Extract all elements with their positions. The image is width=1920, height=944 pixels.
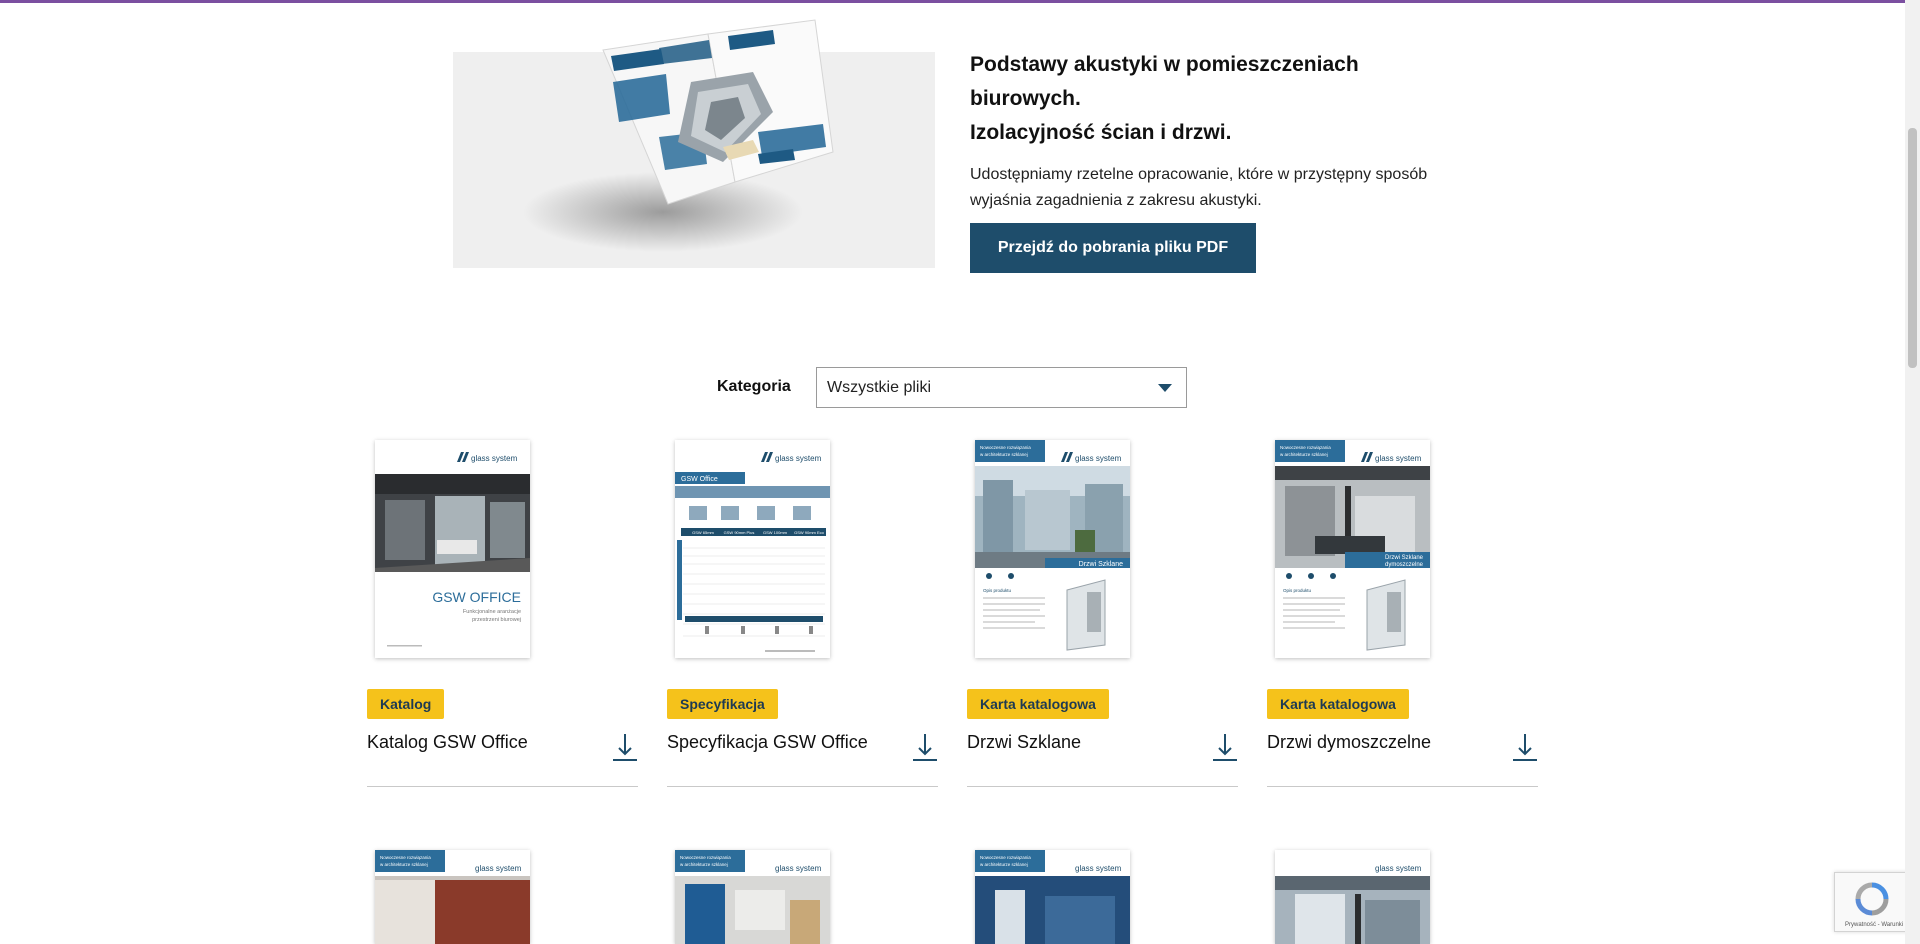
thumb-tagline-2: w architekturze szklanej [380, 862, 428, 867]
scrollbar-thumb[interactable] [1908, 128, 1917, 368]
file-title[interactable]: Drzwi Szklane [967, 732, 1081, 753]
thumb-col-3: GSW 100mm [763, 530, 788, 535]
promo-description: Udostępniamy rzetelne opracowanie, które… [970, 162, 1430, 214]
download-icon[interactable] [612, 732, 638, 762]
promo-title: Podstawy akustyki w pomieszczeniach biur… [970, 48, 1430, 150]
file-thumbnail[interactable]: Nowoczesne rozwiązania w architekturze s… [675, 850, 830, 944]
category-badge: Karta katalogowa [1267, 689, 1409, 719]
top-accent-bar [0, 0, 1920, 3]
promo-title-line-2: Izolacyjność ścian i drzwi. [970, 121, 1232, 144]
thumb-tagline-2: w architekturze szklanej [680, 862, 728, 867]
thumb-brand-text: glass system [775, 864, 822, 873]
file-thumbnail[interactable]: glass system GSW Office GSW 65mm GSW 90m… [675, 440, 830, 658]
promo-desc-line-1: Udostępniamy rzetelne opracowanie, które… [970, 166, 1428, 183]
file-thumbnail[interactable]: glass system GSW OFFICE Funkcjonalne ara… [375, 440, 530, 658]
category-badge: Specyfikacja [667, 689, 778, 719]
file-title[interactable]: Katalog GSW Office [367, 732, 528, 753]
recaptcha-badge[interactable]: Prywatność - Warunki [1834, 872, 1908, 932]
card-divider [367, 786, 638, 787]
thumb-subtitle-1: Funkcjonalne aranżacje [463, 609, 521, 615]
thumb-brand-text: glass system [775, 454, 822, 463]
thumb-product-name: Drzwi Szklane [1079, 561, 1123, 568]
promo-desc-line-2: wyjaśnia zagadnienia z zakresu akustyki. [970, 192, 1262, 209]
thumb-opis: Opis produktu [1283, 588, 1312, 593]
thumb-tagline-2: w architekturze szklanej [1280, 452, 1328, 457]
thumb-col-2: GSW 90mm Plus [724, 530, 755, 535]
thumb-col-4: GSW 90mm Eco [794, 530, 825, 535]
thumb-gsw-office: GSW OFFICE [432, 589, 521, 605]
thumb-col-1: GSW 65mm [692, 530, 714, 535]
recaptcha-icon [1855, 882, 1889, 916]
thumb-tagline-1: Nowoczesne rozwiązania [1280, 445, 1331, 450]
thumb-brand-text: glass system [1075, 864, 1122, 873]
thumb-opis: Opis produktu [983, 588, 1012, 593]
brochure-image [453, 19, 935, 268]
card-divider [967, 786, 1238, 787]
thumb-spec-header: GSW Office [681, 476, 718, 483]
file-thumbnail[interactable]: Nowoczesne rozwiązania w architekturze s… [375, 850, 530, 944]
category-badge: Katalog [367, 689, 445, 719]
file-title[interactable]: Specyfikacja GSW Office [667, 732, 868, 753]
chevron-down-icon [1158, 384, 1172, 392]
thumb-tagline-2: w architekturze szklanej [980, 452, 1028, 457]
category-select[interactable]: Wszystkie pliki [816, 367, 1187, 408]
file-thumbnail[interactable]: Nowoczesne rozwiązania w architekturze s… [1275, 440, 1430, 658]
thumb-tagline-1: Nowoczesne rozwiązania [680, 855, 731, 860]
category-selected-value: Wszystkie pliki [827, 378, 932, 396]
recaptcha-footer[interactable]: Prywatność - Warunki [1845, 922, 1903, 928]
thumb-brand-text: glass system [471, 454, 518, 463]
download-pdf-button[interactable]: Przejdź do pobrania pliku PDF [970, 223, 1256, 273]
file-thumbnail[interactable]: glass system [1275, 850, 1430, 944]
thumb-tagline-2: w architekturze szklanej [980, 862, 1028, 867]
thumb-brand-text: glass system [475, 864, 522, 873]
promo-title-line-1: Podstawy akustyki w pomieszczeniach biur… [970, 53, 1359, 110]
category-badge: Karta katalogowa [967, 689, 1109, 719]
promo-text-block: Podstawy akustyki w pomieszczeniach biur… [970, 48, 1430, 214]
card-divider [1267, 786, 1538, 787]
thumb-brand-text: glass system [1375, 454, 1422, 463]
thumb-product-sub: dymoszczelne [1385, 562, 1424, 568]
file-thumbnail[interactable]: Nowoczesne rozwiązania w architekturze s… [975, 440, 1130, 658]
thumb-product-name: Drzwi Szklane [1385, 555, 1424, 561]
thumb-tagline-1: Nowoczesne rozwiązania [980, 445, 1031, 450]
thumb-subtitle-2: przestrzeni biurowej [472, 617, 521, 623]
thumb-brand-text: glass system [1075, 454, 1122, 463]
download-icon[interactable] [1512, 732, 1538, 762]
file-title[interactable]: Drzwi dymoszczelne [1267, 732, 1431, 753]
category-label: Kategoria [717, 378, 791, 395]
file-thumbnail[interactable]: Nowoczesne rozwiązania w architekturze s… [975, 850, 1130, 944]
thumb-tagline-1: Nowoczesne rozwiązania [380, 855, 431, 860]
download-icon[interactable] [1212, 732, 1238, 762]
thumb-tagline-1: Nowoczesne rozwiązania [980, 855, 1031, 860]
card-divider [667, 786, 938, 787]
download-icon[interactable] [912, 732, 938, 762]
thumb-brand-text: glass system [1375, 864, 1422, 873]
